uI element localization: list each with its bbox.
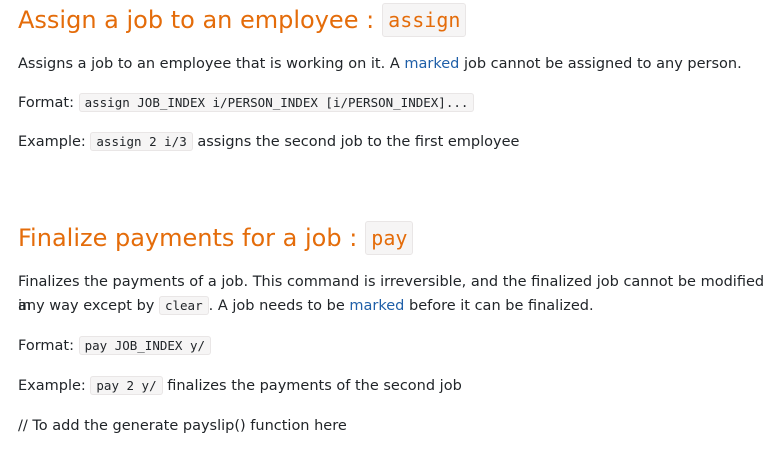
clear-command-code: clear	[158, 296, 209, 315]
example-label: Example:	[18, 134, 86, 150]
pay-heading-text: Finalize payments for a job :	[18, 224, 358, 252]
assign-section-heading: Assign a job to an employee : assign	[18, 3, 467, 37]
payslip-comment: // To add the generate payslip() functio…	[18, 414, 347, 438]
assign-example-code: assign 2 i/3	[90, 132, 193, 151]
pay-section-heading: Finalize payments for a job : pay	[18, 221, 414, 255]
pay-example-text: finalizes the payments of the second job	[167, 378, 462, 394]
pay-desc-text-end: before it can be finalized.	[408, 298, 594, 314]
pay-example: Example: pay 2 y/ finalizes the payments…	[18, 374, 462, 398]
marked-link-pay[interactable]: marked	[349, 298, 404, 314]
assign-command-code: assign	[382, 3, 467, 37]
format-label: Format:	[18, 338, 74, 354]
pay-example-code: pay 2 y/	[90, 376, 163, 395]
assign-format: Format: assign JOB_INDEX i/PERSON_INDEX …	[18, 91, 475, 115]
assign-description: Assigns a job to an employee that is wor…	[18, 52, 742, 76]
format-label: Format:	[18, 95, 74, 111]
pay-description-line2: any way except by clear. A job needs to …	[18, 294, 594, 318]
example-label: Example:	[18, 378, 86, 394]
assign-format-code: assign JOB_INDEX i/PERSON_INDEX [i/PERSO…	[78, 93, 475, 112]
pay-desc-text-mid: . A job needs to be	[208, 298, 345, 314]
pay-format: Format: pay JOB_INDEX y/	[18, 334, 212, 358]
assign-desc-text-end: job cannot be assigned to any person.	[463, 56, 742, 72]
marked-link[interactable]: marked	[404, 56, 459, 72]
pay-desc-text-start: any way except by	[18, 298, 155, 314]
comment-text: // To add the generate payslip() functio…	[18, 418, 347, 434]
assign-heading-text: Assign a job to an employee :	[18, 6, 375, 34]
assign-desc-text: Assigns a job to an employee that is wor…	[18, 56, 400, 72]
pay-command-code: pay	[365, 221, 414, 255]
assign-example-text: assigns the second job to the first empl…	[197, 134, 520, 150]
pay-format-code: pay JOB_INDEX y/	[78, 336, 212, 355]
assign-example: Example: assign 2 i/3 assigns the second…	[18, 130, 519, 154]
